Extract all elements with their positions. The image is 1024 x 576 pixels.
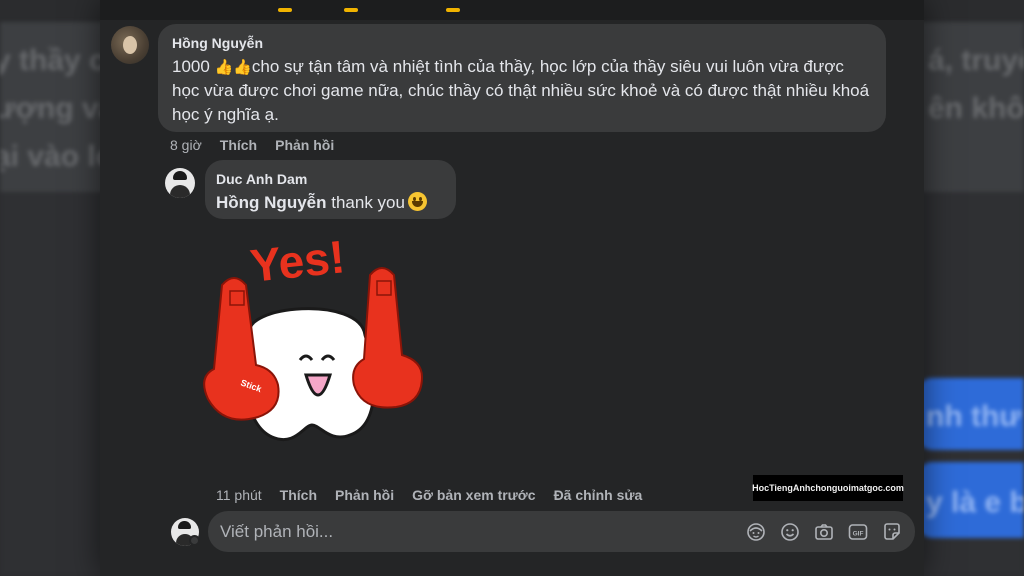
reply-actions: 11 phút Thích Phản hồi Gỡ bản xem trước … (216, 487, 642, 504)
reply-input[interactable] (220, 521, 745, 542)
thumbs-up-emoji: 👍👍 (214, 58, 252, 76)
smile-emoji (407, 192, 427, 211)
background-text: á, truyệ (928, 44, 1024, 77)
comment-actions: 8 giờ Thích Phản hồi (170, 137, 334, 154)
avatar-sticker-icon[interactable] (745, 521, 767, 543)
reply-composer: GIF (208, 511, 915, 552)
avatar-duc-anh-dam[interactable] (165, 168, 195, 198)
background-text: ên khôn (928, 92, 1024, 125)
comment-count: 1000 (172, 57, 215, 76)
avatar-badge (189, 535, 200, 546)
comment-text: 1000 👍👍cho sự tận tâm và nhiệt tình của … (172, 55, 872, 127)
reply-like-button[interactable]: Thích (280, 487, 317, 504)
reply-body: thank you (331, 193, 405, 212)
reply-bubble: Duc Anh Dam Hồng Nguyễn thank you (205, 160, 456, 219)
background-text: nh thư (926, 400, 1022, 433)
reply-time[interactable]: 11 phút (216, 487, 262, 504)
top-strip-mark (446, 8, 460, 12)
reply-reply-button[interactable]: Phản hồi (335, 487, 394, 504)
edited-label[interactable]: Đã chỉnh sửa (554, 487, 643, 504)
top-strip (100, 0, 924, 20)
comment-author[interactable]: Hồng Nguyễn (172, 35, 872, 52)
top-strip-mark (344, 8, 358, 12)
gif-label: GIF (853, 530, 864, 537)
comment-time[interactable]: 8 giờ (170, 137, 202, 154)
mention-link[interactable]: Hồng Nguyễn (216, 193, 327, 212)
watermark: HocTiengAnhchonguoimatgoc.com (752, 475, 904, 501)
top-strip-mark (278, 8, 292, 12)
avatar-hong-nguyen[interactable] (111, 26, 149, 64)
background-text: y là e b (926, 486, 1024, 519)
background-text: ượng và (0, 92, 116, 125)
reply-author[interactable]: Duc Anh Dam (216, 171, 445, 188)
reply-text: Hồng Nguyễn thank you (216, 191, 445, 215)
comment-body: cho sự tận tâm và nhiệt tình của thầy, h… (172, 57, 870, 124)
like-button[interactable]: Thích (220, 137, 257, 154)
sticker-icon[interactable] (881, 521, 903, 543)
composer-tools: GIF (745, 521, 903, 543)
sticker-yes-text: Yes! (248, 230, 348, 292)
yes-sticker[interactable]: Yes! Stick (200, 225, 425, 465)
emoji-icon[interactable] (779, 521, 801, 543)
comments-panel: Hồng Nguyễn 1000 👍👍cho sự tận tâm và nhi… (100, 0, 924, 576)
reply-button[interactable]: Phản hồi (275, 137, 334, 154)
remove-preview-button[interactable]: Gỡ bản xem trước (412, 487, 535, 504)
camera-icon[interactable] (813, 521, 835, 543)
background-text: y thầy c (0, 44, 106, 77)
comment-bubble: Hồng Nguyễn 1000 👍👍cho sự tận tâm và nhi… (158, 24, 886, 132)
gif-icon[interactable]: GIF (847, 521, 869, 543)
